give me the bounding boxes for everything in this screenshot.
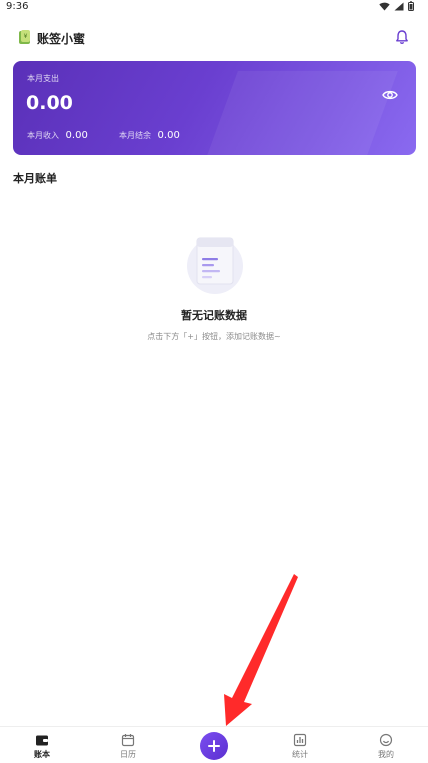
status-time: 9:36 [6, 1, 29, 12]
status-icons [379, 1, 414, 11]
battery-icon [408, 1, 414, 11]
bell-icon[interactable] [394, 29, 410, 45]
expense-label: 本月支出 [27, 74, 59, 83]
monthly-summary-card: 本月支出 0.00 本月收入 0.00 本月结余 0.00 [13, 61, 416, 155]
eye-icon[interactable] [382, 88, 398, 102]
bottom-navigation: 账本 日历 统计 我的 [0, 726, 428, 763]
nav-label-calendar: 日历 [120, 750, 136, 759]
profile-icon [379, 733, 393, 747]
nav-item-mine[interactable]: 我的 [356, 731, 416, 763]
app-header: ¥ 账签小蜜 [0, 26, 428, 50]
nav-item-calendar[interactable]: 日历 [98, 731, 158, 763]
app-screen: 9:36 ¥ 账签小蜜 本月支出 0.00 本月收入 0.00 本月结余 0.0… [0, 0, 428, 763]
status-bar: 9:36 [0, 0, 428, 16]
income-amount: 0.00 [65, 130, 88, 141]
nav-item-ledger[interactable]: 账本 [12, 731, 72, 763]
balance-label: 本月结余 [119, 131, 151, 140]
svg-text:¥: ¥ [24, 33, 28, 40]
nav-label-mine: 我的 [378, 750, 394, 759]
nav-item-stats[interactable]: 统计 [270, 731, 330, 763]
add-record-button[interactable] [200, 732, 228, 760]
nav-label-stats: 统计 [292, 750, 308, 759]
empty-state-hint: 点击下方「+」按钮，添加记账数据~ [147, 332, 281, 341]
chart-icon [293, 733, 307, 747]
app-logo-icon: ¥ [19, 30, 30, 44]
section-title: 本月账单 [13, 172, 57, 185]
income-summary: 本月收入 0.00 [27, 130, 88, 141]
card-decoration [194, 71, 398, 155]
balance-amount: 0.00 [157, 130, 180, 141]
signal-icon [394, 2, 404, 10]
calendar-icon [121, 734, 135, 747]
plus-icon [208, 740, 220, 752]
nav-label-ledger: 账本 [34, 750, 50, 759]
empty-state-title: 暂无记账数据 [181, 309, 247, 322]
wallet-icon [36, 735, 48, 746]
app-title: 账签小蜜 [37, 32, 86, 46]
wifi-icon [379, 2, 390, 10]
expense-amount: 0.00 [26, 92, 73, 114]
income-label: 本月收入 [27, 131, 59, 140]
empty-document-icon [187, 237, 243, 294]
balance-summary: 本月结余 0.00 [119, 130, 180, 141]
red-arrow-annotation [224, 574, 298, 726]
